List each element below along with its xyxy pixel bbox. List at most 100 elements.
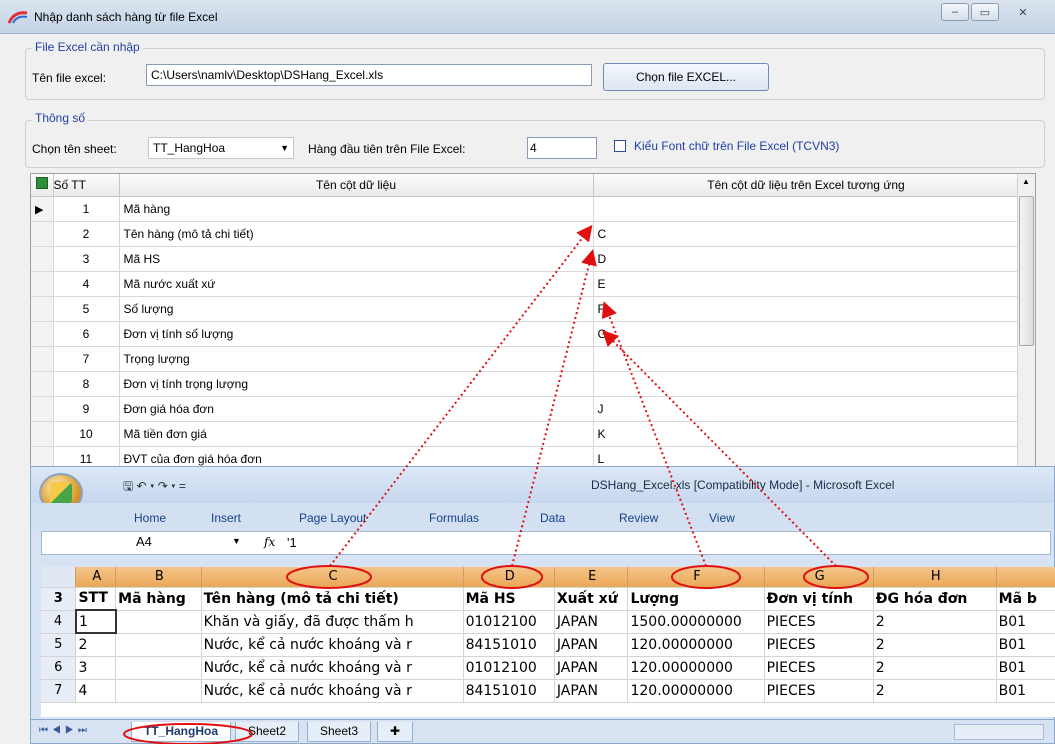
sheet-cell[interactable]: 120.00000000 — [627, 633, 765, 657]
sheet-cell[interactable]: 84151010 — [463, 679, 555, 703]
cell-name[interactable]: Mã hàng — [119, 196, 594, 222]
grid-scroll-thumb[interactable] — [1019, 196, 1034, 346]
select-all-corner[interactable] — [41, 567, 77, 588]
col-header[interactable]: C — [201, 567, 464, 588]
sheet-cell[interactable]: B01 — [996, 656, 1055, 680]
col-header-name[interactable]: Tên cột dữ liệu — [119, 174, 594, 197]
row-header[interactable]: 5 — [41, 633, 77, 657]
cell-stt[interactable]: 4 — [53, 271, 120, 297]
sheet-cell[interactable]: Nước, kể cả nước khoáng và r — [201, 656, 464, 680]
sheet-cell[interactable] — [115, 679, 202, 703]
cell-excel-col[interactable] — [593, 371, 1020, 397]
cell-excel-col[interactable]: L — [593, 446, 1020, 467]
mapping-grid[interactable]: Số TT Tên cột dữ liệu Tên cột dữ liệu tr… — [30, 173, 1036, 468]
table-row[interactable]: 2 Tên hàng (mô tả chi tiết) C — [31, 221, 1020, 247]
close-button[interactable]: ✕ — [1001, 3, 1045, 21]
cell-stt[interactable]: 8 — [53, 371, 120, 397]
row-header[interactable]: 7 — [41, 679, 77, 703]
cell-name[interactable]: Mã tiền đơn giá — [119, 421, 594, 447]
scroll-up-icon[interactable]: ▲ — [1022, 177, 1030, 186]
table-row[interactable]: 9 Đơn giá hóa đơn J — [31, 396, 1020, 422]
cell-name[interactable]: Số lượng — [119, 296, 594, 322]
sheet-cell[interactable]: 2 — [873, 656, 997, 680]
col-header[interactable]: G — [764, 567, 874, 588]
table-row[interactable]: 4 Mã nước xuất xứ E — [31, 271, 1020, 297]
col-header[interactable]: F — [627, 567, 765, 588]
cell-stt[interactable]: 5 — [53, 296, 120, 322]
sheet-cell[interactable]: PIECES — [764, 633, 874, 657]
file-path-input[interactable]: C:\Users\namlv\Desktop\DSHang_Excel.xls — [146, 64, 592, 86]
table-row[interactable]: 6 Đơn vị tính số lượng G — [31, 321, 1020, 347]
sheet-cell[interactable]: 3 — [75, 656, 117, 680]
sheet-cell[interactable]: 01012100 — [463, 610, 555, 634]
quick-access-toolbar[interactable]: 🖫 ↶ ▾ ↷ ▾ = — [123, 477, 186, 498]
sheet-cell[interactable] — [115, 656, 202, 680]
row-indicator[interactable] — [31, 221, 54, 247]
row-indicator[interactable] — [31, 296, 54, 322]
col-header[interactable]: H — [873, 567, 997, 588]
sheet-cell[interactable]: 4 — [75, 679, 117, 703]
row-header[interactable]: 4 — [41, 610, 77, 634]
sheet-cell[interactable]: 2 — [873, 610, 997, 634]
sheet-cell[interactable]: B01 — [996, 679, 1055, 703]
sheet-cell[interactable]: Lượng — [627, 587, 765, 611]
col-header[interactable]: B — [115, 567, 202, 588]
col-header[interactable]: A — [75, 567, 117, 588]
cell-excel-col[interactable]: K — [593, 421, 1020, 447]
cell-stt[interactable]: 2 — [53, 221, 120, 247]
sheet-cell[interactable]: 2 — [75, 633, 117, 657]
sheet-cell[interactable]: STT — [75, 587, 117, 611]
sheet-cell[interactable]: Tên hàng (mô tả chi tiết) — [201, 587, 464, 611]
ribbon-tab-data[interactable]: Data — [540, 511, 565, 525]
sheet-cell[interactable]: PIECES — [764, 656, 874, 680]
sheet-tab-sheet3[interactable]: Sheet3 — [307, 722, 372, 742]
ribbon-tab-insert[interactable]: Insert — [211, 511, 241, 525]
row-header[interactable]: 3 — [41, 587, 77, 611]
sheet-select[interactable]: TT_HangHoa ▼ — [148, 137, 294, 159]
cell-stt[interactable]: 1 — [53, 196, 120, 222]
active-cell[interactable]: 1 — [74, 609, 117, 634]
cell-stt[interactable]: 11 — [53, 446, 120, 467]
sheet-cell[interactable]: Mã b — [996, 587, 1055, 611]
row-indicator[interactable] — [31, 246, 54, 272]
sheet-cell[interactable]: Khăn và giấy, đã được thấm h — [201, 610, 464, 634]
sheet-row[interactable]: 6 3 Nước, kể cả nước khoáng và r 0101210… — [41, 656, 1055, 680]
title-bar[interactable]: Nhập danh sách hàng từ file Excel – ▭ ✕ — [0, 0, 1055, 34]
row-indicator[interactable] — [31, 421, 54, 447]
cell-name[interactable]: ĐVT của đơn giá hóa đơn — [119, 446, 594, 467]
table-row[interactable]: ▶ 1 Mã hàng — [31, 196, 1020, 222]
cell-stt[interactable]: 9 — [53, 396, 120, 422]
sheet-cell[interactable]: 2 — [873, 633, 997, 657]
sheet-cell[interactable]: B01 — [996, 633, 1055, 657]
row-indicator[interactable] — [31, 321, 54, 347]
cell-name[interactable]: Đơn vị tính số lượng — [119, 321, 594, 347]
sheet-cell[interactable]: 2 — [873, 679, 997, 703]
sheet-tab-tt-hanghoa[interactable]: TT_HangHoa — [131, 722, 232, 742]
name-box-dropdown-icon[interactable]: ▼ — [232, 536, 241, 546]
maximize-button[interactable]: ▭ — [971, 3, 999, 21]
spreadsheet-grid[interactable]: A B C D E F G H 3 STT Mã hàng Tên hàng (… — [41, 567, 1055, 717]
sheet-cell[interactable]: PIECES — [764, 610, 874, 634]
cell-excel-col[interactable]: C — [593, 221, 1020, 247]
cell-stt[interactable]: 6 — [53, 321, 120, 347]
cell-stt[interactable]: 7 — [53, 346, 120, 372]
sheet-cell[interactable]: 120.00000000 — [627, 656, 765, 680]
ribbon-tab-view[interactable]: View — [709, 511, 735, 525]
sheet-row[interactable]: 5 2 Nước, kể cả nước khoáng và r 8415101… — [41, 633, 1055, 657]
tcvn3-font-checkbox[interactable] — [614, 140, 626, 152]
sheet-cell[interactable]: 84151010 — [463, 633, 555, 657]
sheet-cell[interactable]: 120.00000000 — [627, 679, 765, 703]
col-header[interactable]: D — [463, 567, 555, 588]
cell-name[interactable]: Đơn giá hóa đơn — [119, 396, 594, 422]
sheet-cell[interactable]: JAPAN — [554, 633, 629, 657]
sheet-cell[interactable]: 01012100 — [463, 656, 555, 680]
cell-name[interactable]: Tên hàng (mô tả chi tiết) — [119, 221, 594, 247]
sheet-cell[interactable] — [115, 633, 202, 657]
cell-name[interactable]: Trọng lượng — [119, 346, 594, 372]
cell-stt[interactable]: 3 — [53, 246, 120, 272]
row-header[interactable]: 6 — [41, 656, 77, 680]
sheet-cell[interactable]: JAPAN — [554, 679, 629, 703]
insert-sheet-icon[interactable]: ✚ — [377, 722, 414, 742]
sheet-cell[interactable]: Xuất xứ — [554, 587, 629, 611]
table-row[interactable]: 8 Đơn vị tính trọng lượng — [31, 371, 1020, 397]
